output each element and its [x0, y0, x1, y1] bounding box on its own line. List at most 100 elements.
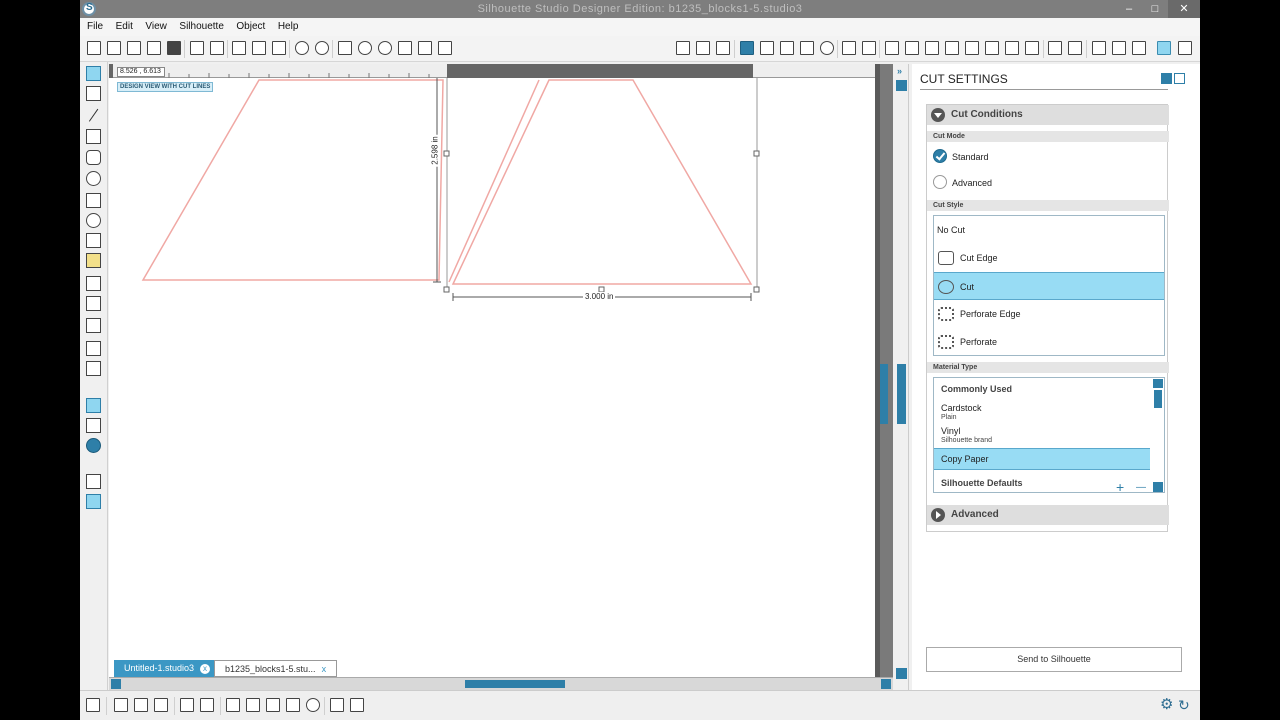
save-as-icon[interactable]	[167, 41, 181, 55]
regular-polygon-icon[interactable]	[86, 296, 101, 311]
remove-material-icon[interactable]: —	[1136, 482, 1146, 492]
drag-zoom-icon[interactable]	[418, 41, 432, 55]
cut-scissors-icon[interactable]	[272, 41, 286, 55]
panel-dock-icon[interactable]	[1161, 73, 1172, 84]
freehand-tool-icon[interactable]	[86, 233, 101, 248]
send-to-silhouette-icon[interactable]	[1178, 41, 1192, 55]
edit-points-icon[interactable]	[86, 86, 101, 101]
sketch-icon[interactable]	[1132, 41, 1146, 55]
split-panel-icon[interactable]	[86, 494, 101, 509]
design-canvas[interactable]: 8.526 , 6.613 DESIGN VIEW WITH CUT LINES	[109, 64, 875, 677]
tab-b1235-blocks[interactable]: b1235_blocks1-5.stu... x	[214, 660, 338, 677]
copy-icon[interactable]	[232, 41, 246, 55]
collapse-panel-icon[interactable]: »	[897, 66, 902, 76]
new-file-icon[interactable]	[87, 41, 101, 55]
undo-icon[interactable]	[295, 41, 309, 55]
offset-shape-icon[interactable]	[286, 698, 300, 712]
line-tool-icon[interactable]	[88, 108, 100, 123]
gear-icon[interactable]: ⚙	[1160, 697, 1176, 713]
weld-icon[interactable]	[266, 698, 280, 712]
menu-help[interactable]: Help	[273, 19, 304, 35]
close-button[interactable]: ✕	[1168, 0, 1200, 18]
menu-file[interactable]: File	[82, 19, 108, 35]
arc-tool-icon[interactable]	[86, 276, 101, 291]
canvas-horizontal-scrollbar[interactable]	[109, 677, 893, 690]
replicate-icon[interactable]	[985, 41, 999, 55]
panel-scrollbar-thumb[interactable]	[897, 364, 906, 424]
scrollbar-thumb[interactable]	[465, 680, 565, 688]
move-icon[interactable]	[965, 41, 979, 55]
add-material-icon[interactable]: +	[1116, 479, 1124, 492]
fit-to-window-icon[interactable]	[438, 41, 452, 55]
print-icon[interactable]	[190, 41, 204, 55]
duplicate-icon[interactable]	[180, 698, 194, 712]
online-store-icon[interactable]	[86, 438, 101, 453]
scroll-up-icon[interactable]	[1153, 379, 1163, 388]
close-tab-icon[interactable]: x	[322, 664, 327, 674]
zoom-select-icon[interactable]	[398, 41, 412, 55]
make-compound-icon[interactable]	[154, 698, 168, 712]
expand-section-icon[interactable]	[931, 508, 945, 522]
scale-icon[interactable]	[945, 41, 959, 55]
eraser-tool-icon[interactable]	[86, 341, 101, 356]
cut-style-cut-edge[interactable]: Cut Edge	[934, 244, 1164, 272]
menu-view[interactable]: View	[140, 19, 172, 35]
fill-pattern-icon[interactable]	[780, 41, 794, 55]
library-icon[interactable]	[127, 41, 141, 55]
fill-gradient-icon[interactable]	[760, 41, 774, 55]
transform-icon[interactable]	[905, 41, 919, 55]
layers-icon[interactable]	[1092, 41, 1106, 55]
rectangle-tool-icon[interactable]	[86, 129, 101, 144]
close-tab-icon[interactable]: x	[200, 664, 211, 674]
advanced-radio[interactable]	[933, 175, 947, 189]
send-to-silhouette-button[interactable]: Send to Silhouette	[926, 647, 1182, 672]
grid-settings-icon[interactable]	[696, 41, 710, 55]
print-cut-icon[interactable]	[1112, 41, 1126, 55]
paste-icon[interactable]	[252, 41, 266, 55]
rotate-icon[interactable]	[925, 41, 939, 55]
knife-tool-icon[interactable]	[86, 361, 101, 376]
cut-style-no-cut[interactable]: No Cut	[934, 216, 1164, 244]
open-file-icon[interactable]	[107, 41, 121, 55]
zoom-in-icon[interactable]	[358, 41, 372, 55]
cut-settings-icon[interactable]	[1157, 41, 1171, 55]
minimize-button[interactable]: –	[1116, 0, 1142, 18]
page-setup-icon[interactable]	[676, 41, 690, 55]
scrollbar-thumb[interactable]	[880, 364, 888, 424]
sketch-pen-icon[interactable]	[350, 698, 364, 712]
delete-icon[interactable]	[200, 698, 214, 712]
ellipse-tool-icon[interactable]	[86, 171, 101, 186]
panel-undock-icon[interactable]	[1174, 73, 1185, 84]
scroll-right-icon[interactable]	[881, 679, 891, 689]
fill-color-icon[interactable]	[740, 41, 754, 55]
cut-style-perforate-edge[interactable]: Perforate Edge	[934, 300, 1164, 328]
menu-silhouette[interactable]: Silhouette	[174, 19, 228, 35]
advanced-header[interactable]: Advanced	[927, 505, 1169, 525]
trace-shape-icon[interactable]	[306, 698, 320, 712]
cut-style-perforate[interactable]: Perforate	[934, 328, 1164, 356]
tab-untitled[interactable]: Untitled-1.studio3 x	[114, 660, 221, 677]
smooth-freehand-icon[interactable]	[86, 253, 101, 268]
single-panel-icon[interactable]	[86, 474, 101, 489]
select-all-icon[interactable]	[86, 698, 100, 712]
collapse-section-icon[interactable]	[931, 108, 945, 122]
cut-style-cut[interactable]: Cut	[934, 272, 1164, 300]
curve-tool-icon[interactable]	[86, 213, 101, 228]
bring-forward-icon[interactable]	[226, 698, 240, 712]
scroll-up-icon[interactable]	[896, 80, 907, 91]
line-color-icon[interactable]	[800, 41, 814, 55]
save-icon[interactable]	[147, 41, 161, 55]
scroll-down-icon[interactable]	[896, 668, 907, 679]
redo-icon[interactable]	[315, 41, 329, 55]
ungroup-icon[interactable]	[134, 698, 148, 712]
library-store-icon[interactable]	[1068, 41, 1082, 55]
zoom-out-icon[interactable]	[378, 41, 392, 55]
rounded-rectangle-tool-icon[interactable]	[86, 150, 101, 165]
offset-icon[interactable]	[1025, 41, 1039, 55]
material-vinyl[interactable]: Vinyl Silhouette brand	[934, 423, 1150, 445]
scroll-down-icon[interactable]	[1153, 482, 1163, 492]
text-tool-icon[interactable]	[86, 318, 101, 333]
cut-conditions-header[interactable]: Cut Conditions	[927, 105, 1169, 125]
select-arrow-icon[interactable]	[86, 66, 101, 81]
material-copy-paper[interactable]: Copy Paper	[934, 448, 1150, 470]
